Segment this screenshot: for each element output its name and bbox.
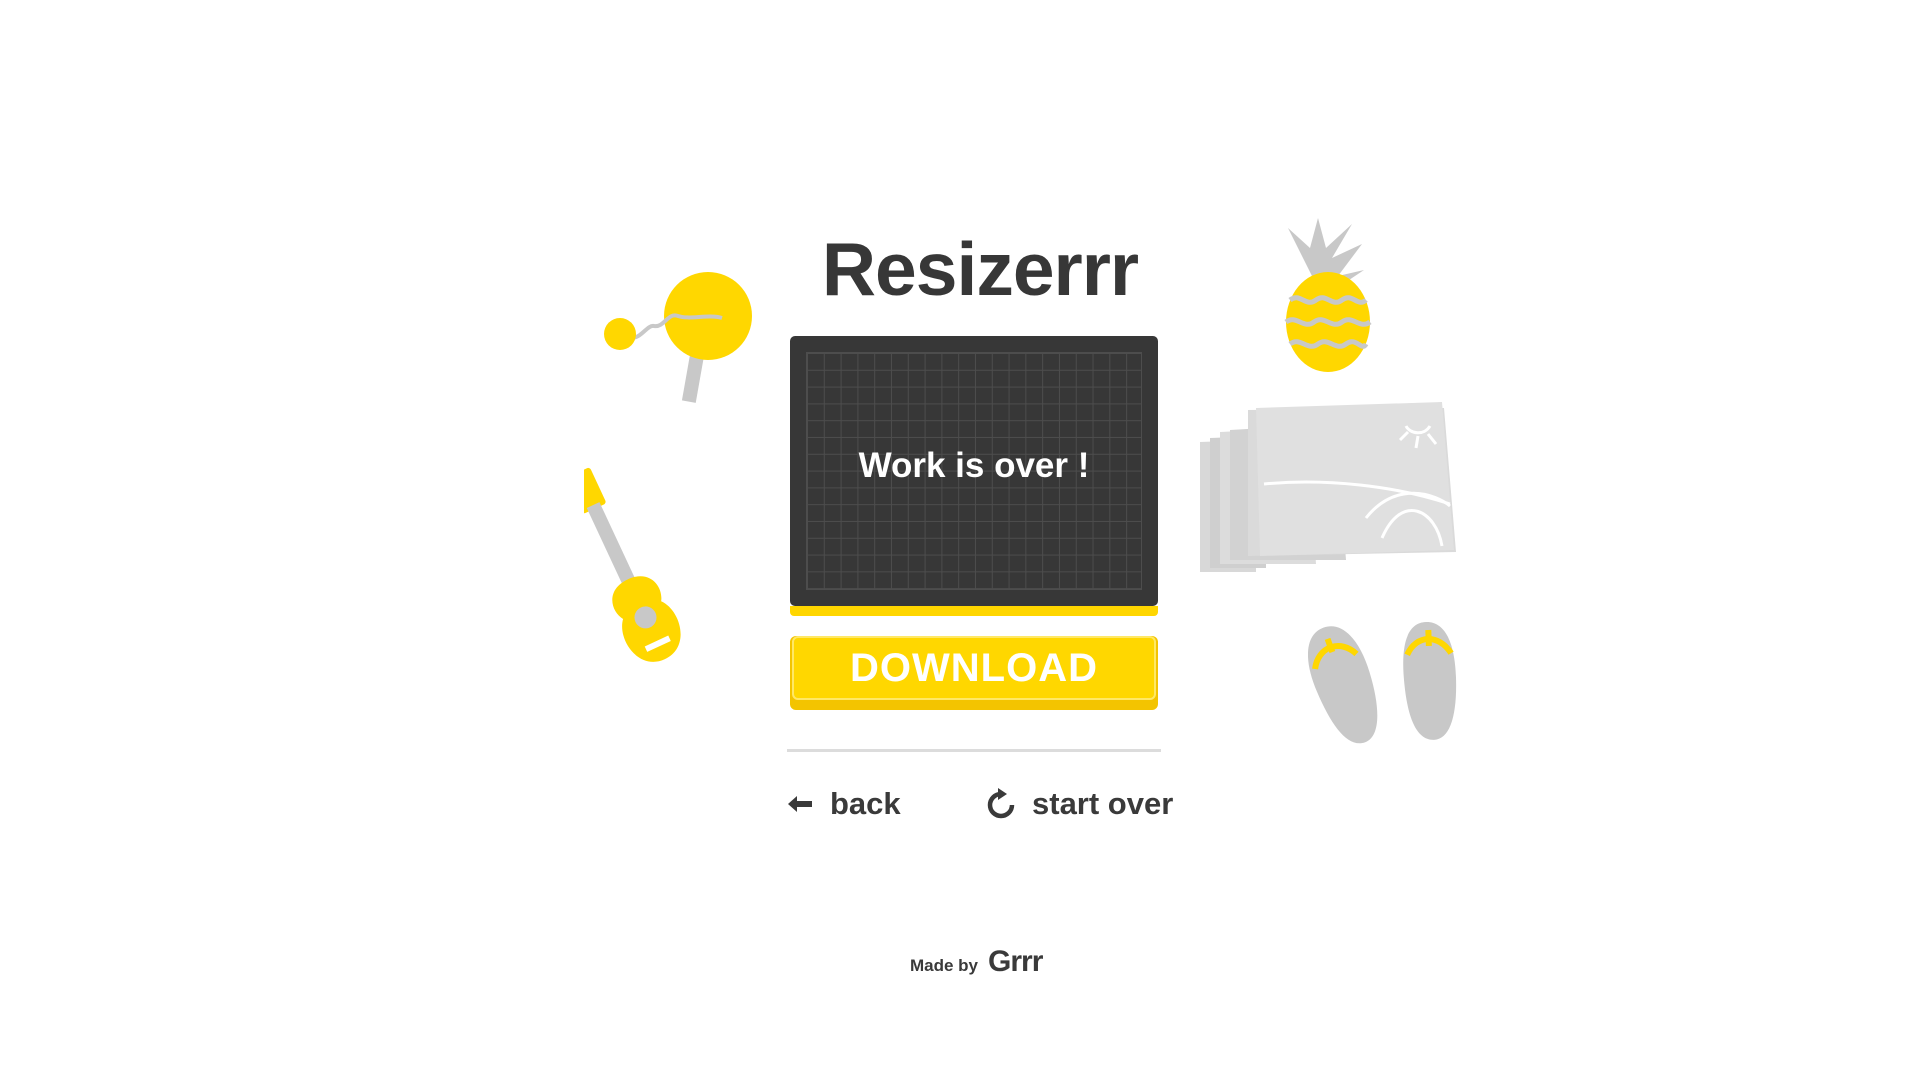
board-message: Work is over ! [858,446,1090,485]
result-board: Work is over ! [790,336,1158,606]
refresh-icon [986,788,1016,820]
back-label: back [830,786,901,821]
made-by-text: Made by [910,956,979,975]
paddle-ball-icon [604,272,752,403]
footer: Made by Grrr [910,945,1043,979]
app-title: Resizerrr [821,227,1139,311]
flip-flops-icon [1308,622,1457,744]
arrow-left-icon [786,794,814,814]
ukulele-icon [584,467,681,662]
start-over-link[interactable]: start over [986,782,1173,826]
download-button-label: DOWNLOAD [792,636,1156,700]
page: Resizerrr Work is over ! DOWNLOAD back s… [0,0,1921,1081]
brand-logo[interactable]: Grrr [988,945,1043,979]
postcards-icon [1200,402,1456,572]
pineapple-icon [1284,218,1372,372]
start-over-label: start over [1032,786,1174,821]
download-button[interactable]: DOWNLOAD [790,636,1158,710]
back-link[interactable]: back [786,782,901,826]
board-accent-strip [790,606,1158,616]
divider [787,749,1161,752]
